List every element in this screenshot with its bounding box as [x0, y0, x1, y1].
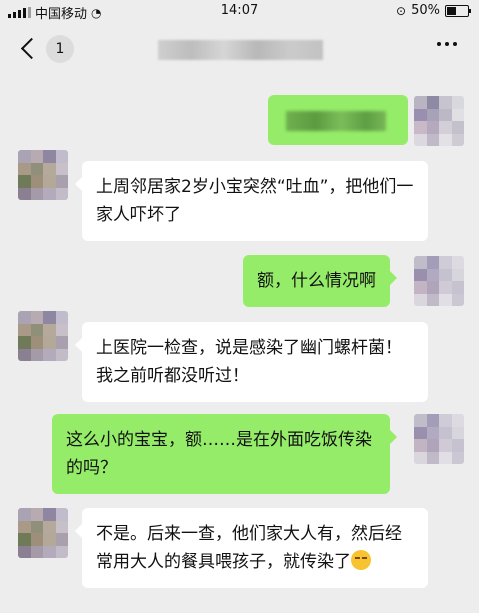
chevron-left-icon — [20, 37, 43, 60]
message-bubble-incoming[interactable]: 上周邻居家2岁小宝突然“吐血”，把他们一家人吓坏了 — [75, 161, 428, 241]
my-avatar[interactable] — [414, 414, 464, 464]
message-text: 上周邻居家2岁小宝突然“吐血”，把他们一家人吓坏了 — [96, 177, 414, 225]
contact-avatar[interactable] — [18, 311, 68, 361]
battery-fill — [447, 6, 456, 15]
message-text: 上医院一检查，说是感染了幽门螺杆菌！我之前听都没听过！ — [96, 338, 402, 386]
more-dot-icon — [445, 42, 449, 46]
message-text: 额，什么情况啊 — [257, 271, 376, 291]
chat-title-blurred — [158, 40, 323, 60]
back-button[interactable]: 1 — [18, 34, 78, 64]
message-bubble-outgoing-blurred[interactable] — [268, 95, 408, 145]
message-bubble-outgoing[interactable]: 额，什么情况啊 — [243, 255, 397, 307]
unread-count-badge: 1 — [46, 35, 74, 63]
smirk-emoji-icon — [351, 550, 371, 570]
more-dot-icon — [453, 42, 457, 46]
my-avatar[interactable] — [414, 96, 464, 146]
message-bubble-incoming[interactable]: 不是。后来一查，他们家大人有，然后经常用大人的餐具喂孩子，就传染了 — [75, 508, 428, 588]
contact-avatar[interactable] — [18, 150, 68, 200]
more-options-button[interactable] — [437, 42, 457, 46]
contact-avatar[interactable] — [18, 508, 68, 558]
my-avatar[interactable] — [414, 256, 464, 306]
battery-area: ⊙ 50% — [396, 3, 471, 18]
message-text: 这么小的宝宝，额……是在外面吃饭传染的吗？ — [66, 430, 372, 478]
more-dot-icon — [437, 42, 441, 46]
status-bar: 中国移动 ◔ 14:07 ⊙ 50% — [0, 0, 479, 22]
chat-header: 1 — [0, 22, 479, 74]
message-bubble-incoming[interactable]: 上医院一检查，说是感染了幽门螺杆菌！我之前听都没听过！ — [75, 322, 428, 402]
battery-icon — [445, 4, 471, 17]
blurred-message-content — [286, 111, 386, 131]
rotation-lock-icon: ⊙ — [396, 3, 407, 18]
message-bubble-outgoing[interactable]: 这么小的宝宝，额……是在外面吃饭传染的吗？ — [52, 414, 397, 494]
battery-percent: 50% — [411, 3, 440, 18]
